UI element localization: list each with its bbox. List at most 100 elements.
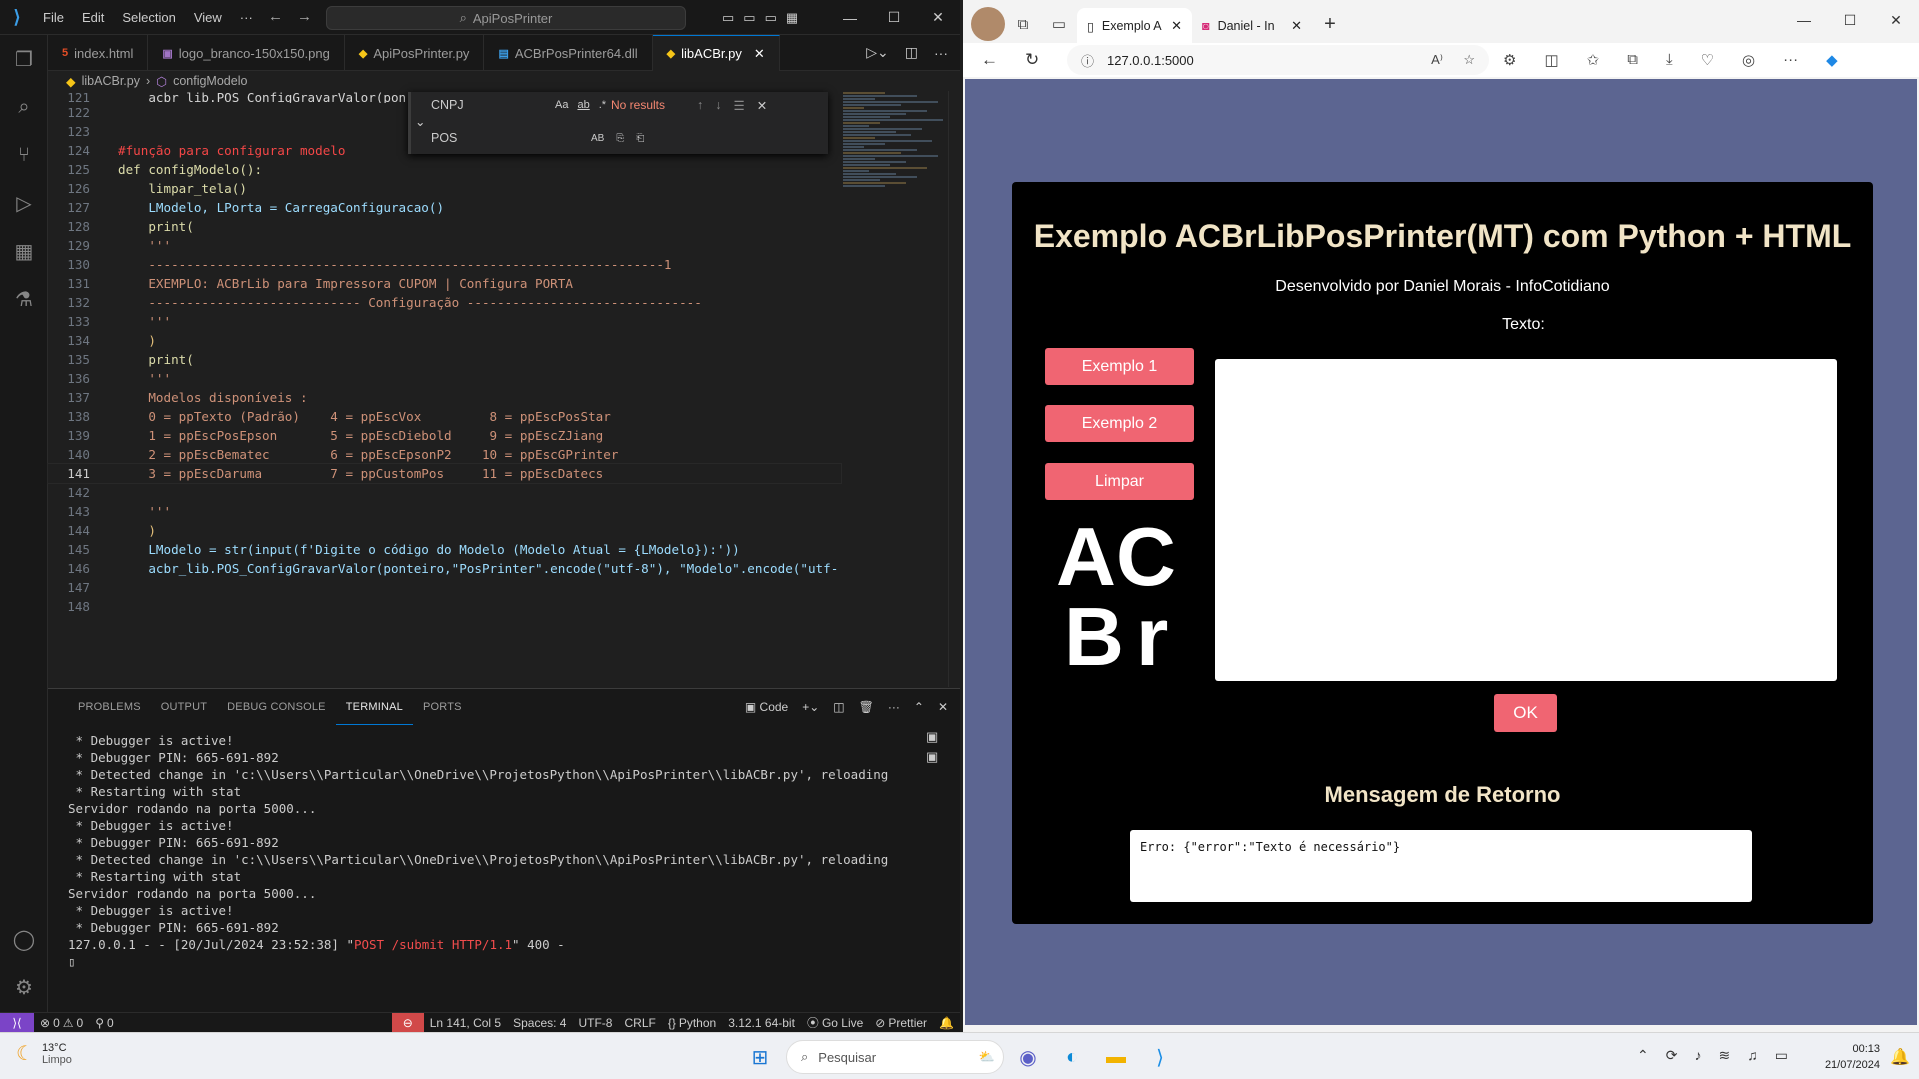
tab-output[interactable]: OUTPUT bbox=[151, 689, 217, 725]
more-actions-icon[interactable]: ··· bbox=[934, 45, 948, 61]
cursor-position[interactable]: Ln 141, Col 5 bbox=[424, 1016, 507, 1030]
prettier[interactable]: ⊘ Prettier bbox=[869, 1016, 933, 1030]
line-ending[interactable]: CRLF bbox=[618, 1016, 661, 1030]
menu-view[interactable]: View bbox=[185, 10, 231, 25]
terminal-instance-icon[interactable]: ▣ bbox=[926, 729, 948, 745]
menu-more[interactable]: ··· bbox=[231, 10, 262, 25]
read-aloud-icon[interactable]: A⁾ bbox=[1431, 52, 1443, 68]
clock[interactable]: 00:13 21/07/2024 bbox=[1800, 1041, 1880, 1073]
tab-index-html[interactable]: 5 index.html bbox=[48, 35, 149, 71]
new-tab-icon[interactable]: + bbox=[1312, 13, 1348, 36]
new-terminal-icon[interactable]: +⌄ bbox=[802, 700, 819, 714]
maximize-panel-icon[interactable]: ⌃ bbox=[914, 700, 924, 714]
testing-icon[interactable]: ⚗ bbox=[0, 275, 48, 323]
split-screen-icon[interactable]: ◫ bbox=[1544, 51, 1558, 69]
start-icon[interactable]: ⊞ bbox=[744, 1041, 776, 1073]
info-icon[interactable]: ⓘ bbox=[1081, 51, 1094, 70]
terminal-instance-icon[interactable]: ▣ bbox=[926, 749, 948, 765]
mic-icon[interactable]: ♪ bbox=[1694, 1047, 1701, 1064]
encoding[interactable]: UTF-8 bbox=[572, 1016, 618, 1030]
tab-ports[interactable]: PORTS bbox=[413, 689, 472, 725]
preserve-case-toggle[interactable]: AB bbox=[591, 133, 604, 144]
breadcrumb-file[interactable]: libACBr.py bbox=[82, 74, 140, 88]
settings-more-icon[interactable]: ··· bbox=[1783, 51, 1798, 69]
menu-edit[interactable]: Edit bbox=[73, 10, 113, 25]
layout-toggle-icons[interactable]: ▭▭▭▦ bbox=[722, 10, 807, 26]
back-icon[interactable]: ← bbox=[981, 50, 998, 70]
terminal-profile[interactable]: ▣ Code bbox=[745, 700, 788, 714]
minimize-icon[interactable]: — bbox=[828, 10, 872, 26]
close-tab-icon[interactable]: ✕ bbox=[1291, 18, 1302, 34]
workspaces-icon[interactable]: ⧉ bbox=[1005, 16, 1041, 33]
tab-acbr-dll[interactable]: ▤ ACBrPosPrinter64.dll bbox=[484, 35, 653, 71]
menu-file[interactable]: File bbox=[34, 10, 73, 25]
minimap[interactable] bbox=[843, 91, 948, 381]
tab-logo-png[interactable]: ▣ logo_branco-150x150.png bbox=[148, 35, 345, 71]
go-live[interactable]: ⦿ Go Live bbox=[801, 1014, 869, 1031]
tab-debug-console[interactable]: DEBUG CONSOLE bbox=[217, 689, 336, 725]
whole-word-toggle[interactable]: ab bbox=[577, 99, 589, 111]
extensions-icon[interactable]: ⚙ bbox=[1503, 51, 1516, 69]
file-explorer-icon[interactable]: ▬ bbox=[1100, 1041, 1132, 1073]
chevron-up-icon[interactable]: ⌃ bbox=[1637, 1047, 1649, 1064]
address-bar[interactable]: ⓘ 127.0.0.1:5000 A⁾ ☆ bbox=[1067, 45, 1489, 75]
battery-icon[interactable]: ▭ bbox=[1775, 1047, 1788, 1064]
next-match-icon[interactable]: ↓ bbox=[715, 98, 721, 112]
return-message-box[interactable]: Erro: {"error":"Texto é necessário"} bbox=[1130, 830, 1752, 902]
close-tab-icon[interactable]: ✕ bbox=[754, 46, 765, 62]
nav-arrows[interactable]: ←→ bbox=[268, 8, 326, 25]
explorer-icon[interactable]: ❐ bbox=[0, 35, 48, 83]
profile-avatar[interactable] bbox=[971, 7, 1005, 41]
close-icon[interactable]: ✕ bbox=[1873, 12, 1919, 29]
replace-all-icon[interactable]: ⎗ bbox=[636, 133, 644, 144]
volume-icon[interactable]: ♫ bbox=[1747, 1047, 1758, 1064]
command-center-search[interactable]: ⌕ ApiPosPrinter bbox=[326, 6, 686, 30]
remote-icon[interactable]: ⟩⟨ bbox=[0, 1012, 34, 1033]
regex-toggle[interactable]: .* bbox=[599, 99, 606, 111]
teams-chat-icon[interactable]: ◉ bbox=[1012, 1041, 1044, 1073]
sync-icon[interactable]: ⟳ bbox=[1666, 1047, 1678, 1064]
problems-status[interactable]: ⊗ 0 ⚠ 0 bbox=[34, 1016, 89, 1030]
notification-bell-icon[interactable]: 🔔 bbox=[1884, 1041, 1916, 1073]
close-panel-icon[interactable]: ✕ bbox=[938, 700, 948, 714]
more-icon[interactable]: ··· bbox=[888, 700, 900, 714]
performance-icon[interactable]: ◎ bbox=[1742, 51, 1755, 69]
toggle-replace-icon[interactable]: ⌄ bbox=[415, 114, 425, 129]
maximize-icon[interactable]: ☐ bbox=[1827, 12, 1873, 29]
terminal-output[interactable]: * Debugger is active! * Debugger PIN: 66… bbox=[68, 732, 888, 970]
replace-input[interactable]: POS bbox=[431, 131, 457, 145]
source-control-icon[interactable]: ⑂ bbox=[0, 131, 48, 179]
run-icon[interactable]: ▷⌄ bbox=[866, 44, 889, 61]
wifi-icon[interactable]: ≋ bbox=[1718, 1047, 1730, 1064]
account-icon[interactable]: ◯ bbox=[0, 915, 48, 963]
trash-icon[interactable]: 🗑 bbox=[859, 700, 874, 714]
find-in-selection-icon[interactable]: ☰ bbox=[734, 98, 745, 113]
bell-icon[interactable]: 🔔 bbox=[933, 1016, 960, 1030]
indentation[interactable]: Spaces: 4 bbox=[507, 1016, 572, 1030]
tab-apiposprinter-py[interactable]: ◆ ApiPosPrinter.py bbox=[345, 35, 485, 71]
close-find-icon[interactable]: ✕ bbox=[757, 98, 767, 113]
run-debug-icon[interactable]: ▷ bbox=[0, 179, 48, 227]
prev-match-icon[interactable]: ↑ bbox=[697, 98, 703, 112]
tab-terminal[interactable]: TERMINAL bbox=[335, 689, 413, 725]
match-case-toggle[interactable]: Aa bbox=[555, 99, 568, 111]
breadcrumb-symbol[interactable]: configModelo bbox=[173, 74, 247, 88]
tab-libacbr-py[interactable]: ◆ libACBr.py ✕ bbox=[652, 35, 780, 71]
edge-icon[interactable]: ◐ bbox=[1056, 1041, 1088, 1073]
split-editor-icon[interactable]: ◫ bbox=[905, 44, 918, 61]
replace-icon[interactable]: ⎘ bbox=[616, 133, 624, 144]
zoom-search-icon[interactable]: ⊖ bbox=[391, 1013, 424, 1032]
collections-icon[interactable]: ⧉ bbox=[1627, 51, 1638, 69]
exemplo2-button[interactable]: Exemplo 2 bbox=[1045, 405, 1194, 442]
split-terminal-icon[interactable]: ◫ bbox=[833, 700, 844, 714]
close-icon[interactable]: ✕ bbox=[916, 9, 960, 26]
texto-textarea[interactable] bbox=[1215, 359, 1837, 681]
weather-widget[interactable]: ☾ 13°C Limpo bbox=[16, 1041, 72, 1066]
minimize-icon[interactable]: — bbox=[1781, 12, 1827, 28]
python-version[interactable]: 3.12.1 64-bit bbox=[722, 1016, 801, 1030]
maximize-icon[interactable]: ☐ bbox=[872, 9, 916, 26]
gear-icon[interactable]: ⚙ bbox=[0, 963, 48, 1011]
exemplo1-button[interactable]: Exemplo 1 bbox=[1045, 348, 1194, 385]
menu-selection[interactable]: Selection bbox=[113, 10, 184, 25]
refresh-icon[interactable]: ↻ bbox=[1025, 50, 1039, 70]
